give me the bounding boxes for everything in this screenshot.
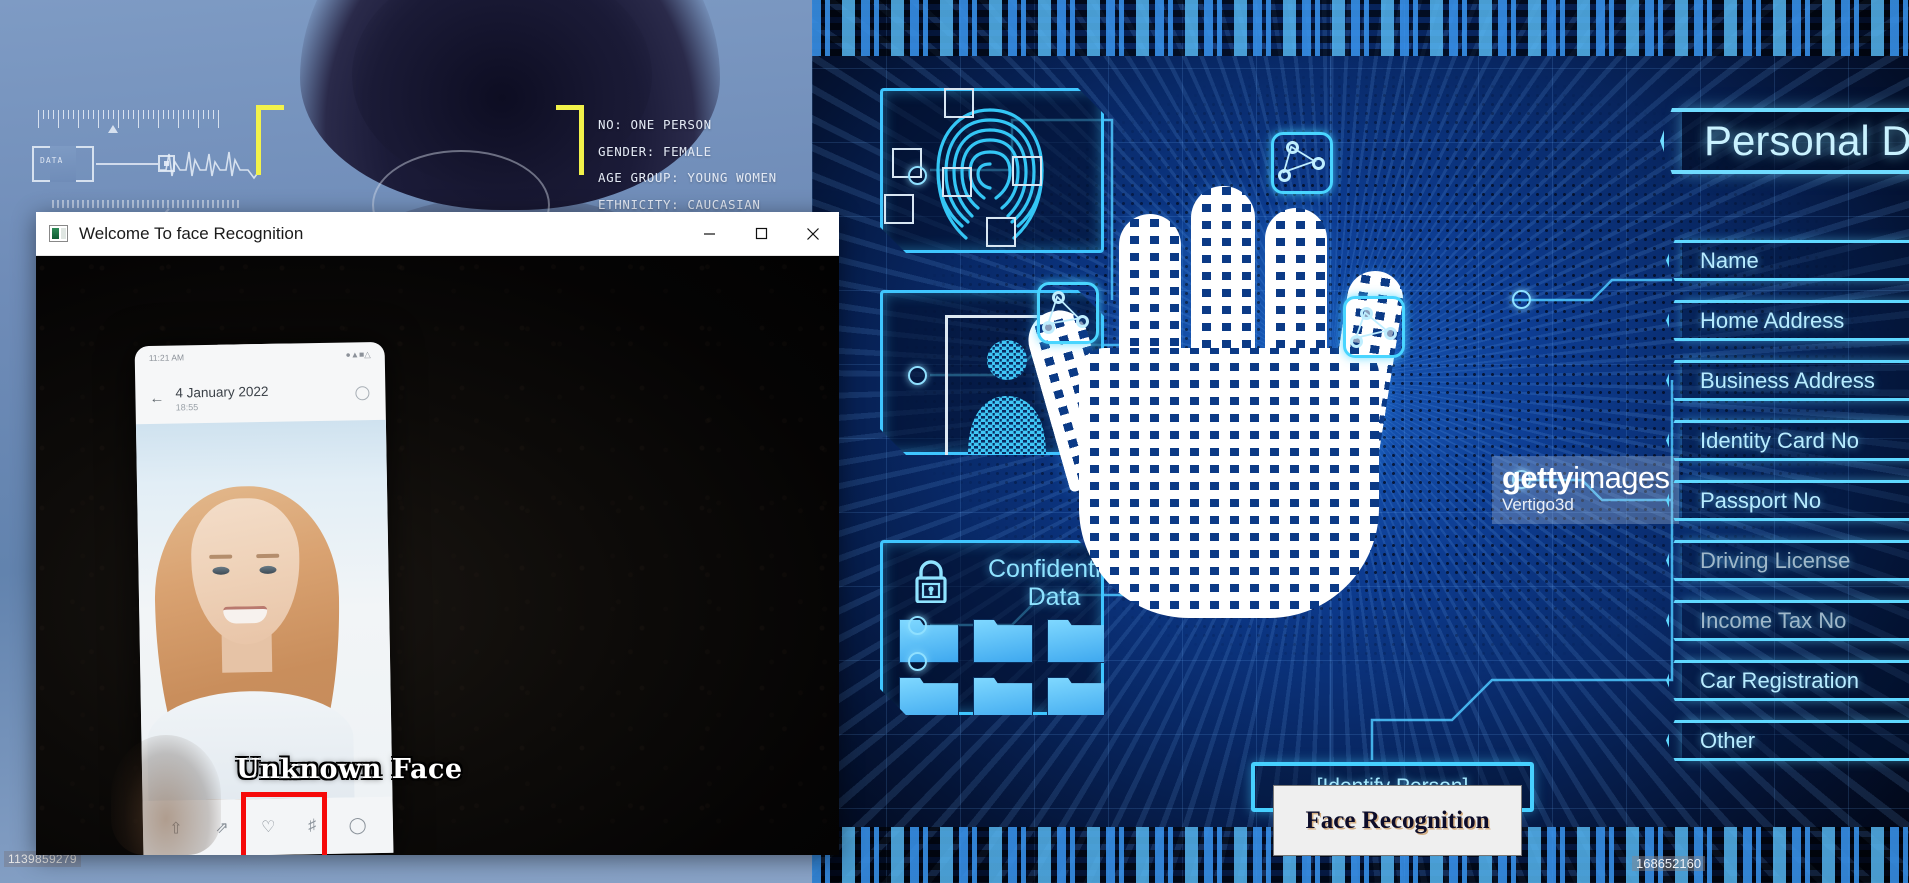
padlock-icon [911, 559, 951, 603]
photo-subject-mouth [223, 605, 268, 624]
data-field-label: Business Address [1700, 367, 1875, 393]
face-recognition-window: Welcome To face Recognition 11:21 AM ●▲■… [36, 212, 839, 855]
connector-node [908, 616, 927, 635]
phone-gallery-header: ← 4 January 2022 18:55 [135, 372, 386, 424]
hud-data-label: DATA [40, 156, 64, 165]
right-image-id: 168652160 [1632, 856, 1706, 871]
data-field-row[interactable]: Home Address [1682, 300, 1909, 341]
getty-watermark: gettyimages Vertigo3d [1492, 456, 1680, 524]
getty-contributor: Vertigo3d [1502, 495, 1574, 514]
more-icon[interactable]: ◯ [349, 815, 367, 835]
hand-holding-phone [111, 735, 221, 855]
page-title: Personal D [1704, 117, 1909, 164]
data-field-label: Other [1700, 727, 1756, 753]
personal-data-list: Name Home Address Business Address Identity… [1682, 240, 1909, 780]
screenshot-root: DATA NO: ONE PERSON GENDER: FEMALE AGE GRO… [0, 0, 1909, 883]
data-field-label: Passport No [1700, 487, 1822, 513]
palm [1079, 348, 1379, 618]
data-field-row[interactable]: Name [1682, 240, 1909, 281]
minutia-marker [942, 167, 972, 197]
phone-status-icons: ●▲■△ [345, 348, 371, 360]
data-field-label: Car Registration [1700, 667, 1859, 693]
hud-ruler [38, 110, 221, 132]
connector-node [1512, 290, 1531, 309]
data-field-label: Income Tax No [1700, 607, 1847, 633]
data-field-row[interactable]: Car Registration [1682, 660, 1909, 701]
fingerprint-node-ring [1271, 132, 1333, 194]
hud-dot-strip [52, 200, 242, 208]
window-titlebar[interactable]: Welcome To face Recognition [36, 212, 839, 256]
maximize-button[interactable] [735, 212, 787, 256]
camera-feed: 11:21 AM ●▲■△ ← 4 January 2022 18:55 ⇗ ♡… [36, 256, 839, 855]
face-recognition-chip: Face Recognition [1273, 785, 1522, 856]
data-field-row[interactable]: Driving License [1682, 540, 1909, 581]
readout-line: AGE GROUP: YOUNG WOMEN [598, 170, 777, 185]
analysis-readout: NO: ONE PERSON GENDER: FEMALE AGE GROUP: Y… [598, 112, 777, 218]
hud-bracket-right [556, 105, 584, 175]
data-field-label: Home Address [1700, 307, 1845, 333]
data-field-label: Identity Card No [1700, 427, 1859, 453]
folder-icon[interactable] [1047, 677, 1107, 721]
hud-ruler-marker [108, 125, 118, 133]
minutia-marker [884, 194, 914, 224]
phone-status-bar: 11:21 AM ●▲■△ [135, 346, 385, 366]
data-field-row[interactable]: Other [1682, 720, 1909, 761]
getty-brand: gettyimages [1502, 460, 1670, 495]
connector-node [908, 166, 927, 185]
readout-line: GENDER: FEMALE [598, 143, 712, 159]
minutia-marker [944, 88, 974, 118]
fingerprint-node-thumb [1037, 282, 1099, 344]
connector-node [908, 366, 927, 385]
window-title: Welcome To face Recognition [79, 223, 304, 243]
folder-icon[interactable] [973, 677, 1033, 721]
back-arrow-icon[interactable]: ← [149, 390, 164, 407]
data-field-row[interactable]: Business Address [1682, 360, 1909, 401]
face-detection-box [241, 792, 327, 855]
minimize-button[interactable] [683, 212, 735, 256]
data-field-row[interactable]: Income Tax No [1682, 600, 1909, 641]
hud-bracket-left [256, 105, 284, 175]
folder-icon[interactable] [973, 619, 1033, 663]
phone-status-left: 11:21 AM [148, 352, 185, 363]
minutia-marker [986, 217, 1016, 247]
readout-line: NO: ONE PERSON [598, 117, 712, 132]
info-icon[interactable] [355, 386, 370, 401]
data-field-label: Name [1700, 247, 1759, 273]
app-icon [49, 225, 68, 242]
data-field-row[interactable]: Passport No [1682, 480, 1909, 521]
face-detection-label: Unknown Face [236, 754, 463, 785]
folder-icon[interactable] [899, 677, 959, 721]
connector-node [908, 652, 927, 671]
personal-data-header: Personal D [1682, 108, 1909, 174]
photo-date: 4 January 2022 [175, 383, 269, 401]
hud-connector-line [96, 163, 158, 165]
close-button[interactable] [787, 212, 839, 256]
hand-scan-icon [1021, 120, 1487, 640]
data-field-label: Driving License [1700, 547, 1851, 573]
photo-time: 18:55 [175, 402, 199, 413]
fingerprint-node-pinky [1343, 296, 1405, 358]
data-field-row[interactable]: Identity Card No [1682, 420, 1909, 461]
hud-heartbeat-icon [160, 151, 260, 180]
